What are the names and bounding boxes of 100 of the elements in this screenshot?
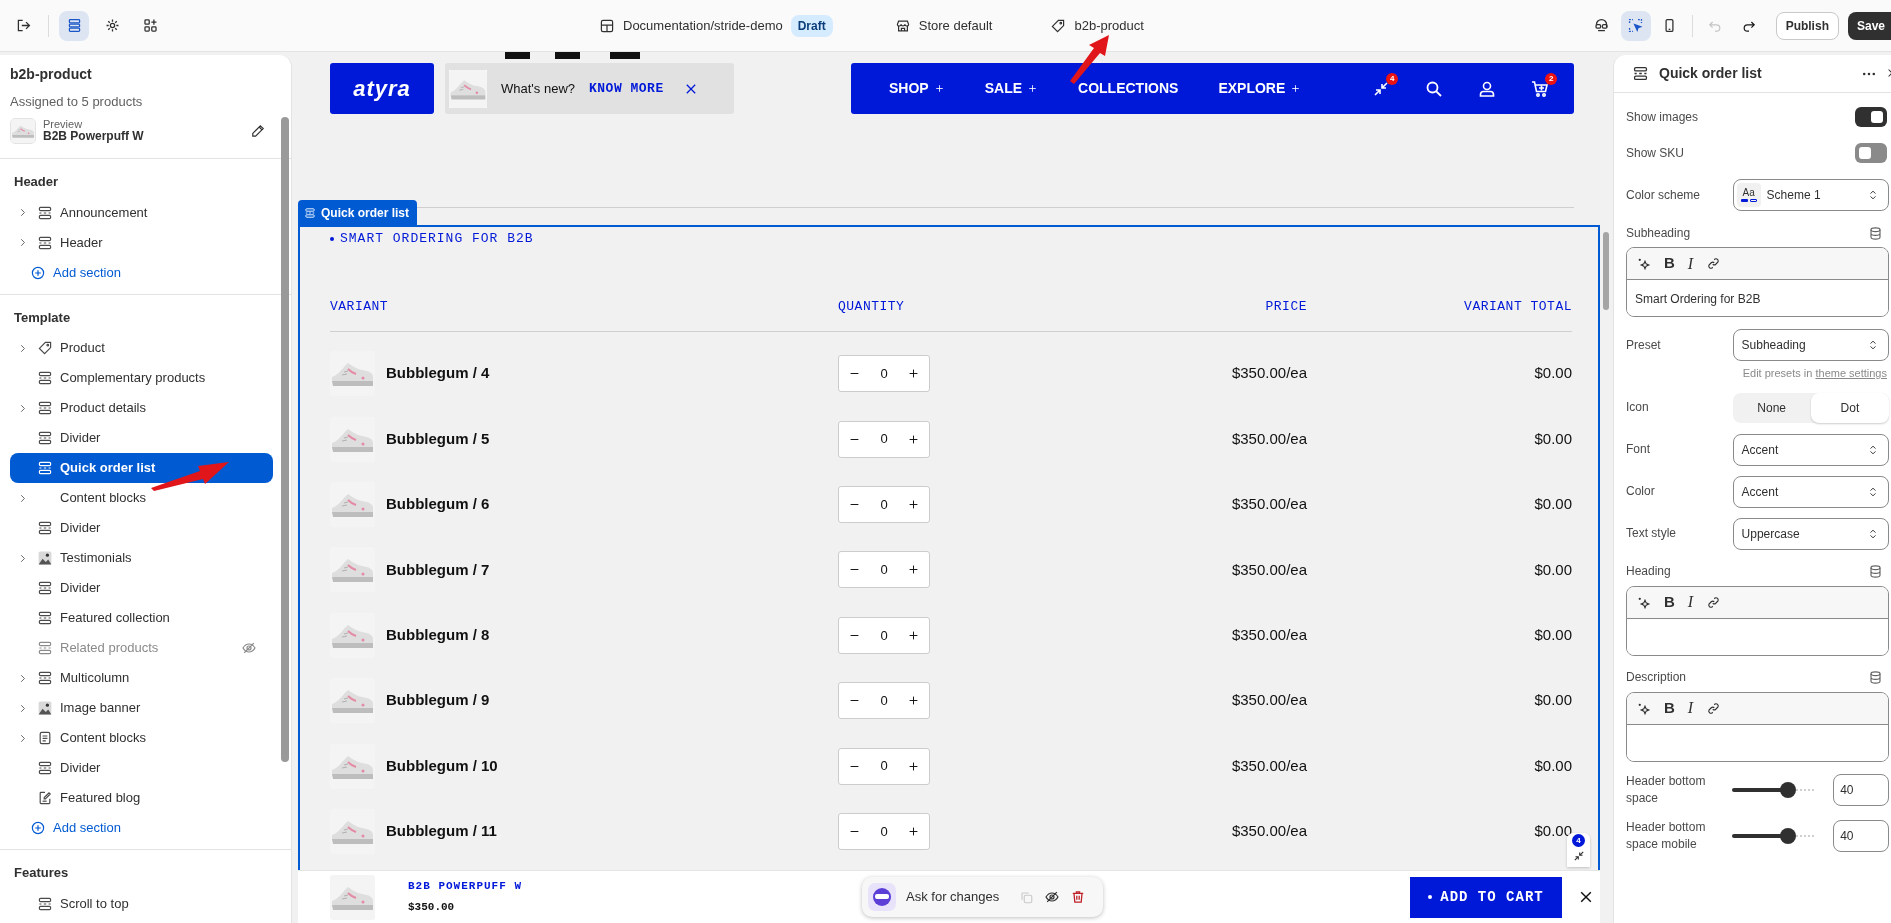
inspector-button[interactable]: [1620, 10, 1651, 41]
section-item[interactable]: Product: [10, 333, 273, 363]
nav-link[interactable]: COLLECTIONS: [1078, 78, 1179, 99]
quantity-stepper[interactable]: 0: [838, 420, 930, 458]
quantity-stepper[interactable]: 0: [838, 355, 930, 393]
slider-thumb[interactable]: [1780, 781, 1797, 798]
hide-icon[interactable]: [1044, 889, 1061, 905]
rich-text-editor[interactable]: B I: [1626, 691, 1889, 762]
dynamic-source-icon[interactable]: [1868, 564, 1883, 579]
segment-option[interactable]: Dot: [1810, 392, 1889, 423]
column-header: PRICE: [1265, 297, 1307, 316]
nav-link[interactable]: EXPLORE: [1218, 78, 1302, 99]
color-scheme-select[interactable]: Aa Scheme 1: [1732, 179, 1889, 211]
cart-icon: [1530, 78, 1551, 99]
floating-tab[interactable]: 4: [1567, 833, 1590, 867]
select-field[interactable]: Accent: [1732, 475, 1889, 508]
add-section-link[interactable]: Add section: [10, 257, 273, 288]
section-item[interactable]: Image banner: [10, 693, 273, 723]
add-section-link[interactable]: Add section: [10, 813, 273, 843]
section-item[interactable]: Content blocks: [10, 483, 273, 513]
setting-label: Preset: [1626, 336, 1662, 354]
setting-label: Color scheme: [1626, 186, 1702, 204]
section-item[interactable]: Featured collection: [10, 603, 273, 633]
select-field[interactable]: Subheading: [1732, 329, 1889, 361]
italic-button[interactable]: I: [1687, 251, 1694, 276]
store-logo[interactable]: atyra: [330, 63, 434, 114]
toggle-switch[interactable]: [1855, 107, 1887, 127]
italic-button[interactable]: I: [1687, 696, 1694, 720]
theme-name[interactable]: Documentation/stride-demo: [623, 15, 783, 36]
variant-name: Bubblegum / 7: [386, 559, 490, 580]
link-icon[interactable]: [1706, 256, 1722, 271]
section-item[interactable]: Testimonials: [10, 543, 273, 573]
scrollbar-thumb[interactable]: [281, 117, 289, 762]
rich-text-editor[interactable]: B I Smart Ordering for B2B: [1626, 247, 1889, 317]
quantity-stepper[interactable]: 0: [838, 616, 930, 654]
compare-button[interactable]: 4: [1371, 72, 1399, 99]
theme-settings-link[interactable]: theme settings: [1815, 367, 1887, 379]
section-item[interactable]: Content blocks: [10, 723, 273, 753]
dynamic-source-icon[interactable]: [1868, 670, 1883, 685]
hidden-icon[interactable]: [241, 640, 257, 656]
section-item[interactable]: Featured blog: [10, 783, 273, 813]
section-item[interactable]: Divider: [10, 753, 273, 783]
section-icon: [37, 670, 53, 686]
section-item[interactable]: Header: [10, 227, 273, 258]
section-item[interactable]: Divider: [10, 513, 273, 543]
select-field[interactable]: Uppercase: [1732, 517, 1889, 550]
section-item[interactable]: Quick order list: [10, 453, 273, 483]
publish-button[interactable]: Publish: [1775, 11, 1839, 40]
save-button[interactable]: Save: [1847, 11, 1891, 40]
section-item[interactable]: Divider: [10, 423, 273, 453]
number-field[interactable]: 40: [1833, 773, 1889, 806]
link-icon[interactable]: [1706, 594, 1722, 610]
toggle-switch[interactable]: [1855, 143, 1887, 163]
select-field[interactable]: Accent: [1732, 433, 1889, 466]
section-icon: [37, 610, 53, 626]
store-context[interactable]: Store default: [918, 15, 993, 36]
bold-button[interactable]: B: [1664, 696, 1675, 720]
section-item[interactable]: Divider: [10, 573, 273, 603]
dynamic-source-icon[interactable]: [1868, 225, 1883, 241]
price: $350.00/ea: [1231, 690, 1307, 711]
bold-button[interactable]: B: [1664, 252, 1675, 275]
quantity-stepper[interactable]: 0: [838, 551, 930, 589]
add-to-cart-button[interactable]: ADD TO CART: [1409, 876, 1563, 918]
section-item[interactable]: Announcement: [10, 197, 273, 228]
variant-name: Bubblegum / 6: [386, 494, 490, 515]
variant-name: Bubblegum / 5: [386, 428, 490, 449]
scrollbar-thumb[interactable]: [1603, 232, 1609, 310]
count-badge: 2: [1545, 72, 1558, 85]
section-tag[interactable]: Quick order list: [298, 200, 418, 225]
quantity-stepper[interactable]: 0: [838, 485, 930, 523]
quantity-stepper[interactable]: 0: [838, 812, 930, 850]
link-icon[interactable]: [1706, 700, 1722, 716]
section-item[interactable]: Complementary products: [10, 363, 273, 393]
know-more-link[interactable]: KNOW MORE: [589, 78, 664, 99]
rich-text-editor[interactable]: B I: [1626, 585, 1889, 656]
nav-link[interactable]: SHOP: [889, 78, 945, 99]
sections-button[interactable]: [59, 10, 89, 41]
ask-for-changes-button[interactable]: Ask for changes: [906, 887, 1000, 907]
slider-thumb[interactable]: [1780, 827, 1797, 844]
segment-option[interactable]: None: [1732, 392, 1811, 423]
section-item[interactable]: Product details: [10, 393, 273, 423]
nav-link[interactable]: SALE: [984, 78, 1039, 99]
template-name[interactable]: b2b-product: [1074, 15, 1144, 36]
quantity-stepper[interactable]: 0: [838, 747, 930, 785]
variant-total: $0.00: [1534, 363, 1572, 384]
number-field[interactable]: 40: [1833, 819, 1889, 852]
group-title: Header: [13, 173, 60, 191]
sparkle-icon[interactable]: [1636, 256, 1651, 271]
section-icon: [37, 430, 53, 446]
section-item[interactable]: Multicolumn: [10, 663, 273, 693]
quantity-stepper[interactable]: 0: [838, 682, 930, 720]
thumbnail-icon: [37, 700, 53, 716]
section-item[interactable]: Related products: [10, 633, 273, 663]
cart-button[interactable]: 2: [1530, 72, 1558, 99]
variant-name: Bubblegum / 8: [386, 625, 490, 645]
section-item[interactable]: Scroll to top: [10, 888, 273, 919]
pencil-icon: [250, 123, 266, 139]
italic-button[interactable]: I: [1687, 590, 1694, 614]
cursor-icon: [1627, 17, 1645, 34]
bold-button[interactable]: B: [1664, 590, 1675, 614]
